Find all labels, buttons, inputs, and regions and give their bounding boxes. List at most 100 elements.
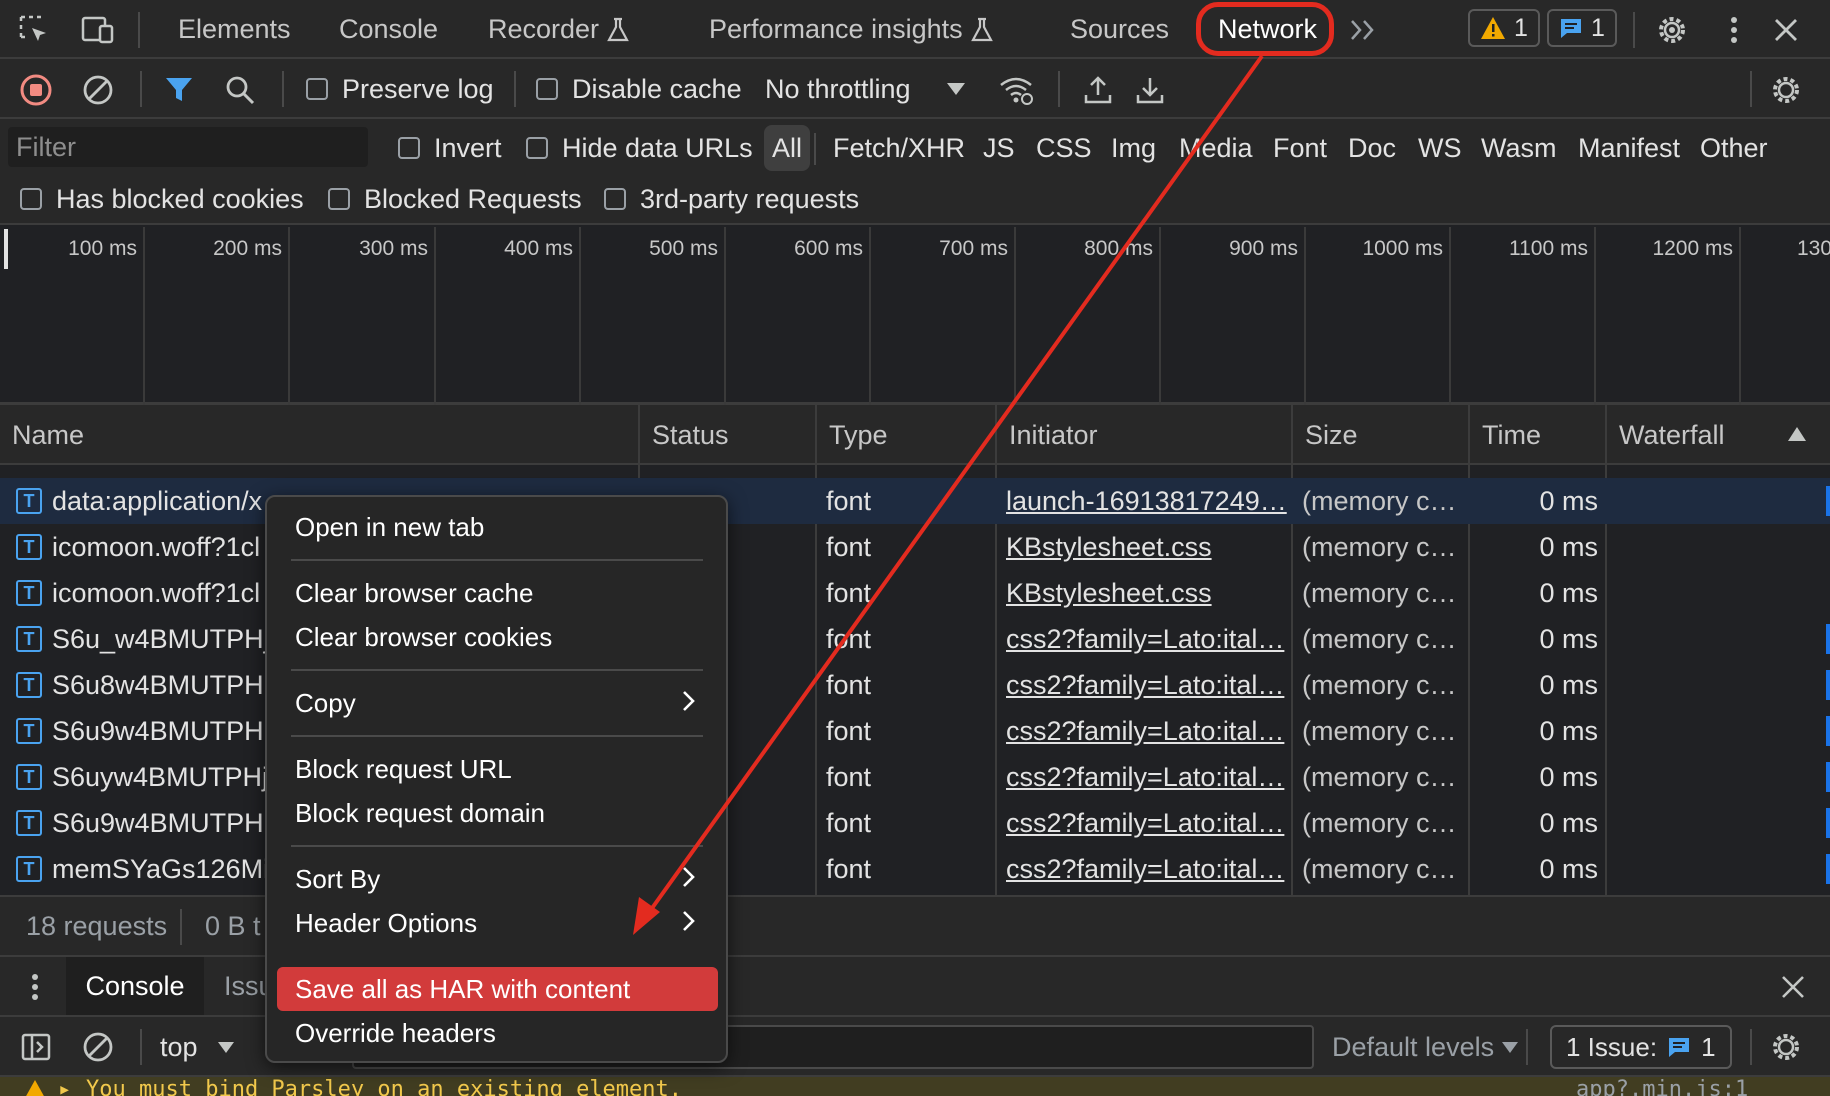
filter-type-css[interactable]: CSS bbox=[1036, 125, 1092, 171]
preserve-log-checkbox[interactable]: Preserve log bbox=[306, 59, 494, 119]
filter-type-font[interactable]: Font bbox=[1273, 125, 1327, 171]
column-header-time[interactable]: Time bbox=[1470, 405, 1607, 465]
export-har-download-icon[interactable] bbox=[1132, 72, 1168, 108]
request-initiator-link[interactable]: css2?family=Lato:ital… bbox=[1006, 846, 1288, 892]
waterfall-bar bbox=[1826, 854, 1830, 884]
menu-item-block-request-domain[interactable]: Block request domain bbox=[277, 791, 718, 835]
console-message-source[interactable]: app?.min.js:1 bbox=[1576, 1077, 1748, 1096]
checkbox[interactable] bbox=[398, 137, 420, 159]
filter-input[interactable]: Filter bbox=[8, 127, 368, 167]
checkbox[interactable] bbox=[604, 188, 626, 210]
settings-gear-icon[interactable] bbox=[1652, 10, 1692, 50]
throttling-select[interactable]: No throttling bbox=[765, 59, 965, 119]
menu-item-clear-browser-cookies[interactable]: Clear browser cookies bbox=[277, 615, 718, 659]
menu-item-override-headers[interactable]: Override headers bbox=[277, 1011, 718, 1055]
timeline-overview[interactable]: 100 ms 200 ms 300 ms 400 ms 500 ms 600 m… bbox=[0, 227, 1830, 405]
log-levels-select[interactable]: Default levels bbox=[1332, 1017, 1519, 1077]
timeline-tick: 200 ms bbox=[145, 227, 290, 405]
filter-type-manifest[interactable]: Manifest bbox=[1578, 125, 1680, 171]
request-initiator-link[interactable]: css2?family=Lato:ital… bbox=[1006, 754, 1288, 800]
request-initiator-link[interactable]: css2?family=Lato:ital… bbox=[1006, 800, 1288, 846]
request-initiator-link[interactable]: css2?family=Lato:ital… bbox=[1006, 708, 1288, 754]
clear-console-icon[interactable] bbox=[80, 1029, 116, 1065]
request-initiator-link[interactable]: css2?family=Lato:ital… bbox=[1006, 662, 1288, 708]
filter-type-media[interactable]: Media bbox=[1179, 125, 1253, 171]
checkbox[interactable] bbox=[20, 188, 42, 210]
tab-recorder[interactable]: Recorder bbox=[488, 0, 629, 59]
column-label: Status bbox=[652, 419, 729, 450]
menu-item-open-new-tab[interactable]: Open in new tab bbox=[277, 505, 718, 549]
console-settings-gear-icon[interactable] bbox=[1766, 1027, 1806, 1067]
menu-item-clear-browser-cache[interactable]: Clear browser cache bbox=[277, 571, 718, 615]
request-initiator-link[interactable]: launch-16913817249… bbox=[1006, 478, 1288, 524]
more-tabs-chevron-icon[interactable] bbox=[1346, 12, 1382, 48]
hide-data-urls-checkbox[interactable]: Hide data URLs bbox=[526, 125, 753, 171]
menu-item-block-request-url[interactable]: Block request URL bbox=[277, 747, 718, 791]
tab-sources[interactable]: Sources bbox=[1070, 0, 1169, 59]
import-har-upload-icon[interactable] bbox=[1080, 72, 1116, 108]
menu-item-label: Clear browser cache bbox=[295, 577, 534, 608]
expand-triangle-icon[interactable]: ▸ bbox=[58, 1077, 71, 1096]
sidebar-toggle-icon[interactable] bbox=[18, 1029, 54, 1065]
filter-type-js[interactable]: JS bbox=[983, 125, 1015, 171]
has-blocked-cookies-checkbox[interactable]: Has blocked cookies bbox=[20, 176, 304, 222]
search-icon[interactable] bbox=[222, 72, 258, 108]
filter-type-doc[interactable]: Doc bbox=[1348, 125, 1396, 171]
menu-item-save-all-as-har[interactable]: Save all as HAR with content bbox=[277, 967, 718, 1011]
message-icon bbox=[1667, 1036, 1691, 1058]
filter-type-img[interactable]: Img bbox=[1111, 125, 1156, 171]
tab-elements[interactable]: Elements bbox=[178, 0, 291, 59]
filter-type-other[interactable]: Other bbox=[1700, 125, 1768, 171]
tab-performance-insights[interactable]: Performance insights bbox=[709, 0, 993, 59]
inspect-element-icon[interactable] bbox=[16, 12, 52, 48]
close-drawer-icon[interactable] bbox=[1776, 971, 1810, 1003]
messages-badge[interactable]: 1 bbox=[1547, 9, 1617, 47]
network-settings-gear-icon[interactable] bbox=[1766, 70, 1806, 110]
tab-console[interactable]: Console bbox=[339, 0, 438, 59]
disable-cache-checkbox[interactable]: Disable cache bbox=[536, 59, 742, 119]
column-header-name[interactable]: Name bbox=[0, 405, 640, 465]
menu-item-copy[interactable]: Copy bbox=[277, 681, 718, 725]
request-initiator-link[interactable]: css2?family=Lato:ital… bbox=[1006, 616, 1288, 662]
menu-item-header-options[interactable]: Header Options bbox=[277, 901, 718, 945]
close-devtools-icon[interactable] bbox=[1768, 10, 1804, 50]
dropdown-triangle-icon bbox=[217, 1041, 234, 1053]
checkbox[interactable] bbox=[328, 188, 350, 210]
checkbox[interactable] bbox=[536, 78, 558, 100]
filter-type-label: Doc bbox=[1348, 132, 1397, 163]
checkbox[interactable] bbox=[306, 78, 328, 100]
drawer-tab-console[interactable]: Console bbox=[66, 957, 204, 1015]
warnings-badge[interactable]: 1 bbox=[1468, 9, 1540, 47]
filter-type-wasm[interactable]: Wasm bbox=[1481, 125, 1557, 171]
column-header-type[interactable]: Type bbox=[817, 405, 997, 465]
column-header-size[interactable]: Size bbox=[1293, 405, 1470, 465]
filter-type-all[interactable]: All bbox=[764, 125, 811, 171]
drawer-menu-icon[interactable] bbox=[20, 969, 50, 1005]
tab-elements-label: Elements bbox=[178, 14, 291, 44]
blocked-requests-checkbox[interactable]: Blocked Requests bbox=[328, 176, 582, 222]
context-selector[interactable]: top bbox=[160, 1017, 234, 1077]
column-header-waterfall[interactable]: Waterfall bbox=[1607, 405, 1830, 465]
network-conditions-wifi-icon[interactable] bbox=[996, 72, 1036, 108]
request-count: 18 requests bbox=[26, 911, 168, 941]
request-name-text: data:application/x bbox=[52, 485, 263, 516]
invert-checkbox[interactable]: Invert bbox=[398, 125, 502, 171]
filter-type-ws[interactable]: WS bbox=[1418, 125, 1462, 171]
stop-recording-icon[interactable] bbox=[18, 72, 54, 108]
filter-type-fetch-xhr[interactable]: Fetch/XHR bbox=[833, 125, 965, 171]
third-party-requests-checkbox[interactable]: 3rd-party requests bbox=[604, 176, 859, 222]
menu-item-label: Clear browser cookies bbox=[295, 621, 553, 652]
menu-item-sort-by[interactable]: Sort By bbox=[277, 857, 718, 901]
column-header-initiator[interactable]: Initiator bbox=[997, 405, 1293, 465]
clear-icon[interactable] bbox=[80, 72, 116, 108]
checkbox[interactable] bbox=[526, 137, 548, 159]
filter-icon[interactable] bbox=[161, 72, 197, 108]
filter-type-label: All bbox=[772, 132, 803, 163]
throttling-label: No throttling bbox=[765, 73, 911, 104]
column-header-status[interactable]: Status bbox=[640, 405, 817, 465]
device-toolbar-icon[interactable] bbox=[78, 12, 118, 48]
request-initiator-link[interactable]: KBstylesheet.css bbox=[1006, 524, 1288, 570]
request-initiator-link[interactable]: KBstylesheet.css bbox=[1006, 570, 1288, 616]
issues-counter-button[interactable]: 1 Issue: 1 bbox=[1550, 1025, 1732, 1069]
more-options-icon[interactable] bbox=[1716, 10, 1752, 50]
